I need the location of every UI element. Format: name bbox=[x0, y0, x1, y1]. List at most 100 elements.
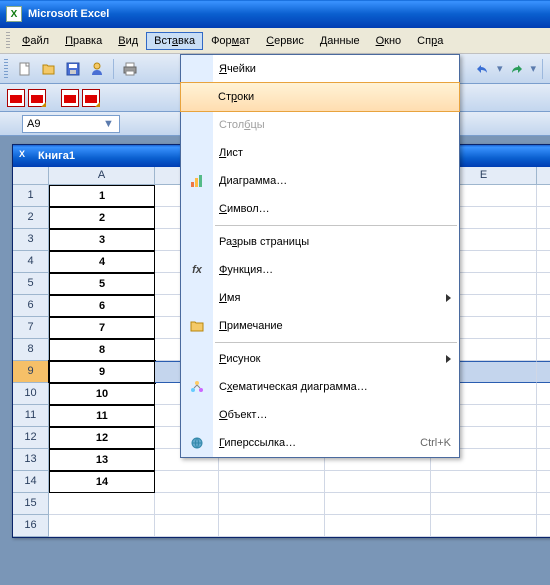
cell[interactable] bbox=[537, 207, 550, 229]
row-header[interactable]: 14 bbox=[13, 471, 49, 493]
cell[interactable] bbox=[219, 493, 325, 515]
column-header[interactable]: A bbox=[49, 167, 155, 185]
cell[interactable]: 8 bbox=[49, 339, 155, 361]
cell[interactable] bbox=[537, 471, 550, 493]
row-header[interactable]: 2 bbox=[13, 207, 49, 229]
menu-object[interactable]: Объект… bbox=[181, 401, 459, 429]
menu-format[interactable]: Формат bbox=[203, 32, 258, 50]
pdf-icon[interactable] bbox=[7, 89, 25, 107]
menu-window[interactable]: Окно bbox=[368, 32, 410, 50]
menu-pagebreak[interactable]: Разрыв страницы bbox=[181, 228, 459, 256]
select-all-corner[interactable] bbox=[13, 167, 49, 185]
cell[interactable]: 7 bbox=[49, 317, 155, 339]
cell[interactable]: 12 bbox=[49, 427, 155, 449]
cell[interactable]: 9 bbox=[49, 361, 155, 383]
redo-button[interactable] bbox=[505, 58, 527, 80]
cell[interactable] bbox=[155, 493, 219, 515]
row-header[interactable]: 5 bbox=[13, 273, 49, 295]
row-header[interactable]: 13 bbox=[13, 449, 49, 471]
undo-dropdown[interactable]: ▾ bbox=[497, 62, 503, 75]
cell[interactable] bbox=[537, 229, 550, 251]
menu-comment[interactable]: Примечание bbox=[181, 312, 459, 340]
menu-columns[interactable]: Столбцы bbox=[181, 111, 459, 139]
menu-view[interactable]: Вид bbox=[110, 32, 146, 50]
cell[interactable] bbox=[537, 383, 550, 405]
cell[interactable] bbox=[537, 185, 550, 207]
cell[interactable] bbox=[325, 515, 431, 537]
menu-data[interactable]: Данные bbox=[312, 32, 368, 50]
menu-rows[interactable]: Строки bbox=[180, 82, 460, 112]
column-header[interactable]: F bbox=[537, 167, 550, 185]
cell[interactable] bbox=[537, 405, 550, 427]
cell[interactable] bbox=[537, 449, 550, 471]
cell[interactable] bbox=[537, 251, 550, 273]
row-header[interactable]: 6 bbox=[13, 295, 49, 317]
cell[interactable]: 3 bbox=[49, 229, 155, 251]
row-header[interactable]: 10 bbox=[13, 383, 49, 405]
row-header[interactable]: 12 bbox=[13, 427, 49, 449]
menu-chart[interactable]: Диаграмма… bbox=[181, 167, 459, 195]
pdf-icon[interactable] bbox=[61, 89, 79, 107]
row-header[interactable]: 1 bbox=[13, 185, 49, 207]
menu-symbol[interactable]: Символ… bbox=[181, 195, 459, 223]
cell[interactable]: 1 bbox=[49, 185, 155, 207]
cell[interactable]: 10 bbox=[49, 383, 155, 405]
permission-button[interactable] bbox=[86, 58, 108, 80]
name-box-dropdown-icon[interactable]: ▼ bbox=[103, 118, 115, 130]
row-header[interactable]: 4 bbox=[13, 251, 49, 273]
cell[interactable] bbox=[537, 339, 550, 361]
row-header[interactable]: 11 bbox=[13, 405, 49, 427]
row-header[interactable]: 15 bbox=[13, 493, 49, 515]
cell[interactable] bbox=[325, 471, 431, 493]
cell[interactable] bbox=[431, 493, 537, 515]
row-header[interactable]: 7 bbox=[13, 317, 49, 339]
toolbar-grip[interactable] bbox=[4, 59, 8, 79]
cell[interactable]: 4 bbox=[49, 251, 155, 273]
menu-hyperlink[interactable]: Гиперссылка… Ctrl+K bbox=[181, 429, 459, 457]
cell[interactable]: 5 bbox=[49, 273, 155, 295]
row-header[interactable]: 8 bbox=[13, 339, 49, 361]
cell[interactable] bbox=[219, 471, 325, 493]
menu-function[interactable]: fx Функция… bbox=[181, 256, 459, 284]
cell[interactable] bbox=[537, 317, 550, 339]
cell[interactable]: 6 bbox=[49, 295, 155, 317]
menu-insert[interactable]: Вставка bbox=[146, 32, 203, 50]
cell[interactable] bbox=[537, 361, 550, 383]
pdf-edit-icon[interactable] bbox=[82, 89, 100, 107]
pdf-edit-icon[interactable] bbox=[28, 89, 46, 107]
cell[interactable] bbox=[537, 515, 550, 537]
cell[interactable] bbox=[155, 471, 219, 493]
cell[interactable] bbox=[431, 515, 537, 537]
menu-file[interactable]: Файл bbox=[14, 32, 57, 50]
menu-edit[interactable]: Правка bbox=[57, 32, 110, 50]
row-header[interactable]: 9 bbox=[13, 361, 49, 383]
undo-button[interactable] bbox=[472, 58, 494, 80]
menu-cells[interactable]: Ячейки bbox=[181, 55, 459, 83]
cell[interactable] bbox=[537, 295, 550, 317]
cell[interactable] bbox=[155, 515, 219, 537]
menu-diagram[interactable]: Схематическая диаграмма… bbox=[181, 373, 459, 401]
cell[interactable] bbox=[537, 273, 550, 295]
cell[interactable] bbox=[325, 493, 431, 515]
save-button[interactable] bbox=[62, 58, 84, 80]
menu-worksheet[interactable]: Лист bbox=[181, 139, 459, 167]
cell[interactable]: 14 bbox=[49, 471, 155, 493]
cell[interactable]: 11 bbox=[49, 405, 155, 427]
menu-picture[interactable]: Рисунок bbox=[181, 345, 459, 373]
menu-name[interactable]: Имя bbox=[181, 284, 459, 312]
new-button[interactable] bbox=[14, 58, 36, 80]
cell[interactable] bbox=[537, 493, 550, 515]
menu-help[interactable]: Спра bbox=[409, 32, 451, 50]
open-button[interactable] bbox=[38, 58, 60, 80]
cell[interactable] bbox=[49, 515, 155, 537]
redo-dropdown[interactable]: ▾ bbox=[530, 62, 536, 75]
row-header[interactable]: 3 bbox=[13, 229, 49, 251]
cell[interactable]: 2 bbox=[49, 207, 155, 229]
cell[interactable]: 13 bbox=[49, 449, 155, 471]
cell[interactable] bbox=[49, 493, 155, 515]
cell[interactable] bbox=[537, 427, 550, 449]
print-button[interactable] bbox=[119, 58, 141, 80]
cell[interactable] bbox=[219, 515, 325, 537]
menu-tools[interactable]: Сервис bbox=[258, 32, 312, 50]
row-header[interactable]: 16 bbox=[13, 515, 49, 537]
